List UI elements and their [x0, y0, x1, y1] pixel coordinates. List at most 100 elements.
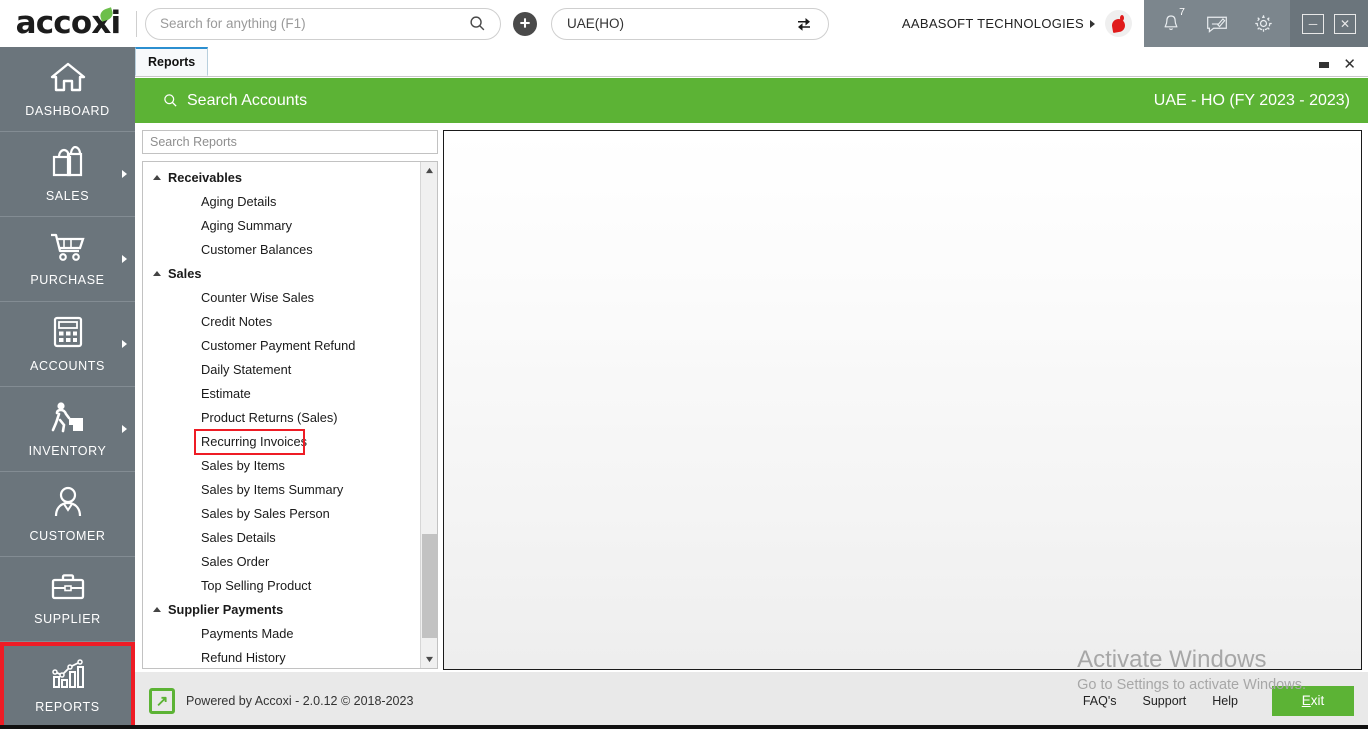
tree-item-label: Aging Summary: [201, 217, 293, 233]
tree-item-label: Sales Details: [201, 529, 276, 545]
tree-item-label: Sales by Items Summary: [201, 481, 344, 497]
tree-item-counter-wise-sales[interactable]: Counter Wise Sales: [143, 285, 419, 309]
tree-group-receivables[interactable]: Receivables: [143, 165, 419, 189]
sidebar-expand-arrow-icon[interactable]: [122, 170, 127, 178]
tree-item-label: Aging Details: [201, 193, 277, 209]
tree-item-aging-details[interactable]: Aging Details: [143, 189, 419, 213]
tree-item-daily-statement[interactable]: Daily Statement: [143, 357, 419, 381]
tree-group-label: Supplier Payments: [168, 601, 284, 617]
close-icon[interactable]: ✕: [1343, 57, 1356, 72]
exit-accel: E: [1301, 693, 1311, 708]
sidebar-item-label: REPORTS: [35, 700, 100, 714]
search-icon: [164, 94, 177, 107]
sidebar-item-supplier[interactable]: SUPPLIER: [0, 557, 135, 642]
organization-name[interactable]: AABASOFT TECHNOLOGIES: [902, 16, 1090, 31]
tree-item-customer-payment-refund[interactable]: Customer Payment Refund: [143, 333, 419, 357]
gear-icon: [1254, 15, 1272, 32]
help-link[interactable]: Help: [1212, 694, 1238, 708]
message-button[interactable]: [1204, 11, 1230, 37]
tree-item-recurring-invoices[interactable]: Recurring Invoices: [143, 429, 419, 455]
sidebar-item-accounts[interactable]: ACCOUNTS: [0, 302, 135, 387]
chevron-down-icon[interactable]: [1319, 61, 1330, 68]
sidebar-item-customer[interactable]: CUSTOMER: [0, 472, 135, 557]
global-search[interactable]: [145, 7, 501, 40]
top-bar: accoxi UAE(HO) AABAS: [0, 0, 1368, 47]
support-link[interactable]: Support: [1143, 694, 1187, 708]
tab-reports[interactable]: Reports: [135, 47, 209, 76]
scrollbar-thumb[interactable]: [422, 534, 437, 638]
tree-item-label: Product Returns (Sales): [201, 409, 338, 425]
tree-item-sales-order[interactable]: Sales Order: [143, 549, 419, 573]
bar-chart-icon: [51, 659, 85, 694]
add-new-button[interactable]: [513, 11, 537, 36]
bottom-strip: [0, 725, 1368, 729]
sidebar-expand-arrow-icon[interactable]: [122, 340, 127, 348]
scroll-up-arrow[interactable]: [421, 162, 437, 179]
tree-item-label: Counter Wise Sales: [201, 289, 315, 305]
reports-scrollbar[interactable]: [420, 162, 437, 668]
sidebar-item-purchase[interactable]: PURCHASE: [0, 217, 135, 302]
tree-item-refund-history[interactable]: Refund History: [143, 645, 419, 668]
swap-icon[interactable]: [795, 15, 813, 33]
tree-item-sales-by-items-summary[interactable]: Sales by Items Summary: [143, 477, 419, 501]
faq-link[interactable]: FAQ's: [1083, 694, 1117, 708]
sidebar-item-label: INVENTORY: [28, 443, 107, 458]
avatar-dot-icon: [1120, 15, 1124, 21]
sidebar-item-label: PURCHASE: [30, 272, 105, 287]
tree-item-payments-made[interactable]: Payments Made: [143, 621, 419, 645]
tree-item-sales-by-sales-person[interactable]: Sales by Sales Person: [143, 501, 419, 525]
page-title-group: Search Accounts: [163, 92, 307, 110]
branch-selector[interactable]: UAE(HO): [551, 7, 829, 40]
sidebar-expand-arrow-icon[interactable]: [122, 425, 127, 433]
chevron-up-icon[interactable]: [153, 174, 161, 180]
search-reports-input[interactable]: [150, 135, 430, 149]
accoxi-arrow-logo: ↗: [149, 687, 175, 714]
top-bar-right: AABASOFT TECHNOLOGIES 7 ─ ✕: [902, 0, 1368, 47]
scroll-up-arrow-icon: [426, 167, 433, 174]
avatar[interactable]: [1105, 10, 1132, 37]
close-button[interactable]: ✕: [1334, 13, 1356, 34]
minimize-button[interactable]: ─: [1302, 13, 1324, 34]
sidebar-item-label: CUSTOMER: [29, 528, 106, 543]
exit-button[interactable]: Exit: [1272, 685, 1354, 716]
sidebar-item-label: DASHBOARD: [25, 103, 110, 118]
cart-icon: [50, 232, 86, 267]
report-content-area: [443, 130, 1362, 670]
message-icon: [1207, 16, 1227, 33]
tree-item-label: Sales by Items: [201, 457, 285, 473]
application-window: accoxi UAE(HO) AABAS: [0, 0, 1368, 729]
briefcase-icon: [51, 573, 85, 606]
sidebar-item-sales[interactable]: SALES: [0, 132, 135, 217]
tree-item-customer-balances[interactable]: Customer Balances: [143, 237, 419, 261]
sidebar-item-dashboard[interactable]: DASHBOARD: [0, 47, 135, 132]
tree-item-estimate[interactable]: Estimate: [143, 381, 419, 405]
plus-icon: [520, 17, 530, 28]
tab-bar: Reports ✕: [135, 47, 1368, 77]
sidebar-item-label: SALES: [45, 188, 90, 203]
search-input[interactable]: [160, 16, 469, 31]
tree-item-sales-details[interactable]: Sales Details: [143, 525, 419, 549]
tree-item-product-returns-sales[interactable]: Product Returns (Sales): [143, 405, 419, 429]
chevron-up-icon[interactable]: [153, 606, 161, 612]
exit-label-rest: xit: [1310, 693, 1325, 708]
organization-chevron-icon[interactable]: [1090, 19, 1095, 28]
tree-item-sales-by-items[interactable]: Sales by Items: [143, 453, 419, 477]
tree-item-aging-summary[interactable]: Aging Summary: [143, 213, 419, 237]
warehouse-worker-icon: [50, 401, 86, 438]
reports-search[interactable]: [142, 130, 438, 154]
tree-item-label: Sales by Sales Person: [201, 505, 330, 521]
tree-item-top-selling-product[interactable]: Top Selling Product: [143, 573, 419, 597]
settings-button[interactable]: [1250, 11, 1276, 37]
chevron-up-icon[interactable]: [153, 270, 161, 276]
tab-controls: ✕: [1319, 57, 1368, 76]
tree-group-supplier-payments[interactable]: Supplier Payments: [143, 597, 419, 621]
sidebar-expand-arrow-icon[interactable]: [122, 255, 127, 263]
tree-item-credit-notes[interactable]: Credit Notes: [143, 309, 419, 333]
scroll-down-arrow[interactable]: [421, 651, 437, 668]
notification-button[interactable]: 7: [1158, 6, 1185, 37]
sidebar-item-inventory[interactable]: INVENTORY: [0, 387, 135, 472]
tree-item-label: Sales Order: [201, 553, 270, 569]
tree-group-sales[interactable]: Sales: [143, 261, 419, 285]
sidebar-item-reports[interactable]: REPORTS: [0, 642, 135, 729]
logo-text: accoxi: [15, 5, 121, 41]
